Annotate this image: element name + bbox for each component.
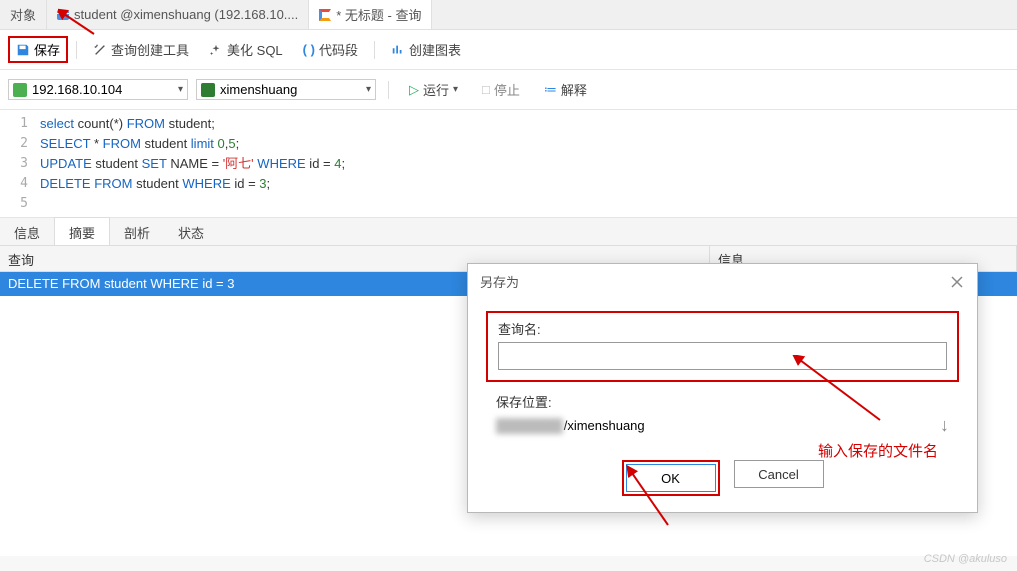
chevron-down-icon: ▾ [178,84,183,95]
beautify-sql-button[interactable]: 美化 SQL [201,36,291,63]
chart-icon [391,43,405,57]
dialog-titlebar[interactable]: 另存为 [468,264,977,299]
chevron-down-icon: ▾ [453,84,458,95]
toolbar: 保存 查询创建工具 美化 SQL ( ) 代码段 创建图表 [0,30,1017,70]
result-tabs: 信息 摘要 剖析 状态 [0,218,1017,246]
code-snippet-button[interactable]: ( ) 代码段 [295,36,366,63]
stop-button[interactable]: □停止 [474,76,528,103]
close-icon[interactable] [949,274,965,290]
database-combo[interactable]: ximenshuang ▾ [196,79,376,100]
tab-objects[interactable]: 对象 [0,0,47,29]
save-button[interactable]: 保存 [8,36,68,63]
query-name-label: 查询名: [498,319,947,338]
chevron-down-icon: ▾ [366,84,371,95]
explain-button[interactable]: ≔解释 [536,76,595,103]
watermark: CSDN @akuluso [924,553,1007,565]
arrow-to-save [58,8,98,38]
arrow-to-ok [620,465,690,535]
path-visible: /ximenshuang [564,418,645,433]
host-combo[interactable]: 192.168.10.104 ▾ [8,79,188,100]
tab-untitled-query[interactable]: * 无标题 - 查询 [309,0,432,29]
cancel-button[interactable]: Cancel [734,460,824,488]
dialog-title: 另存为 [480,272,519,291]
sql-editor[interactable]: 1select count(*) FROM student; 2SELECT *… [0,110,1017,218]
result-tab-info[interactable]: 信息 [0,218,54,245]
query-builder-button[interactable]: 查询创建工具 [85,36,197,63]
status-dot-icon [13,83,27,97]
sparkle-icon [209,43,223,57]
result-tab-summary[interactable]: 摘要 [54,217,110,245]
create-chart-button[interactable]: 创建图表 [383,36,469,63]
connection-bar: 192.168.10.104 ▾ ximenshuang ▾ ▷运行 ▾ □停止… [0,70,1017,110]
save-icon [16,43,30,57]
wand-icon [93,43,107,57]
parens-icon: ( ) [303,42,315,57]
stop-icon: □ [482,82,490,97]
db-icon [201,83,215,97]
play-icon: ▷ [409,82,419,98]
annotation-text: 输入保存的文件名 [818,440,938,461]
path-blurred: ████████ [496,418,562,433]
save-as-dialog: 另存为 查询名: 保存位置: ████████ /ximenshuang ↓ O… [467,263,978,513]
result-tab-status[interactable]: 状态 [164,218,218,245]
explain-icon: ≔ [544,82,557,98]
run-button[interactable]: ▷运行 ▾ [401,76,466,103]
editor-tabs: 对象 student @ximenshuang (192.168.10.... … [0,0,1017,30]
arrow-to-input [790,355,890,425]
download-icon[interactable]: ↓ [940,415,949,436]
query-icon [319,9,331,21]
result-tab-analyze[interactable]: 剖析 [110,218,164,245]
